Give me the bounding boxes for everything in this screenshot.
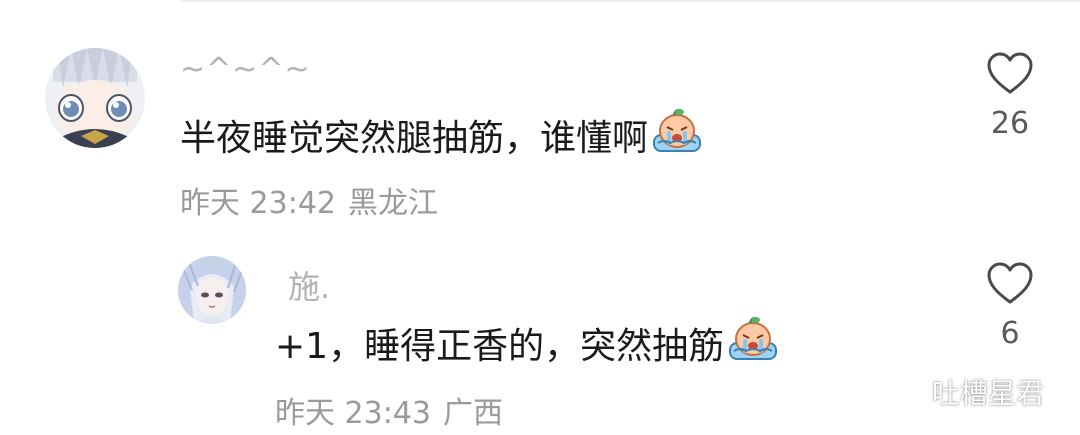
heart-icon[interactable] [986,262,1034,306]
comment-meta: 昨天 23:42 黑龙江 [180,178,438,222]
comment-text: +1，睡得正香的，突然抽筋 [275,316,780,368]
crying-face-emoji-icon [726,315,780,372]
wechat-icon [890,379,923,404]
like-count: 26 [990,106,1030,141]
comment-text: 半夜睡觉突然腿抽筋，谁懂啊 [180,108,704,160]
location: 黑龙江 [348,186,438,221]
timestamp: 昨天 23:42 [180,186,336,221]
like-count: 6 [1000,316,1020,351]
avatar[interactable] [45,48,145,148]
username[interactable]: 施. [288,262,330,308]
comment-body: +1，睡得正香的，突然抽筋 [275,326,725,367]
comment-section: ~^~^~ 半夜睡觉突然腿抽筋，谁懂啊 昨天 23:42 黑龙江 26 施. +… [0,0,1080,435]
comment-meta: 昨天 23:43 广西 [275,388,503,432]
divider [180,0,1080,2]
timestamp: 昨天 23:43 [275,396,431,431]
watermark: 吐槽星君 [890,372,1044,412]
username[interactable]: ~^~^~ [180,52,311,87]
comment-body: 半夜睡觉突然腿抽筋，谁懂啊 [180,118,649,159]
heart-icon[interactable] [986,52,1034,96]
crying-face-emoji-icon [650,107,704,164]
watermark-text: 吐槽星君 [931,377,1044,410]
location: 广西 [443,396,503,431]
like-button[interactable]: 6 [980,262,1040,351]
avatar[interactable] [178,256,246,324]
like-button[interactable]: 26 [980,52,1040,141]
